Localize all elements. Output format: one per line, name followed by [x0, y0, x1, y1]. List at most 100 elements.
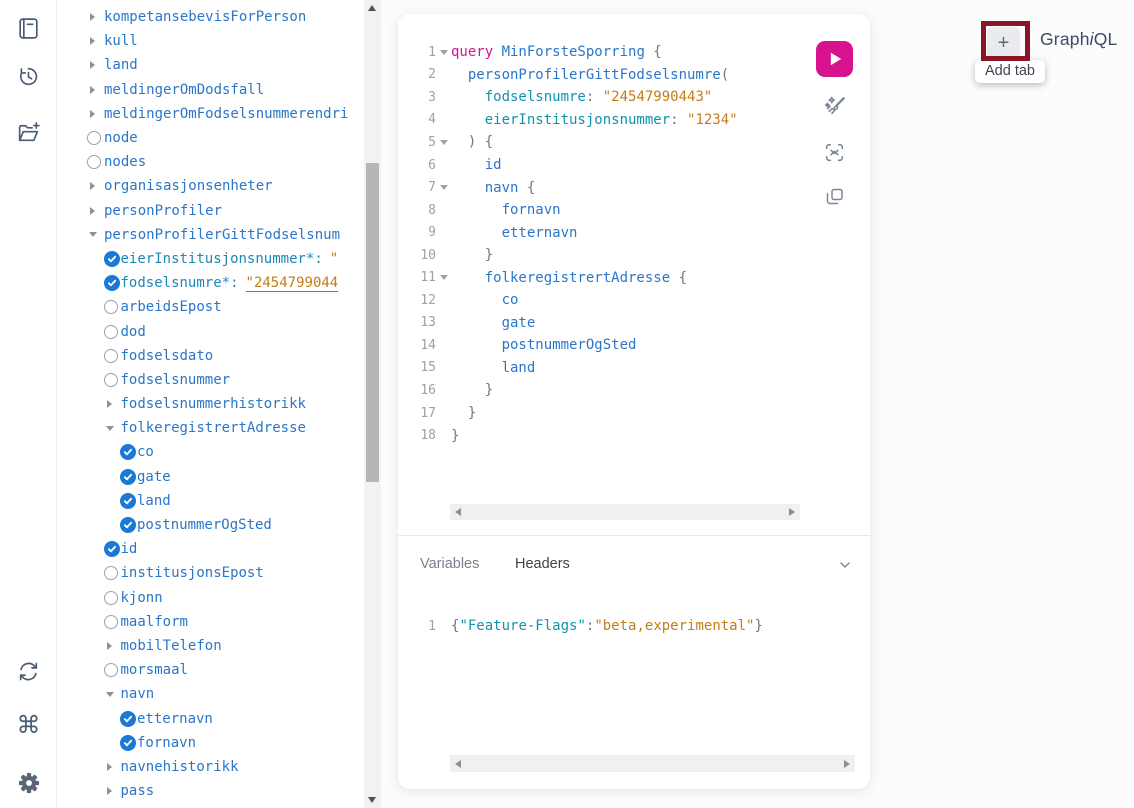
tree-item[interactable]: gate — [58, 465, 364, 489]
checked-circle-icon[interactable] — [104, 251, 120, 267]
tree-item[interactable]: meldingerOmDodsfall — [58, 78, 364, 102]
scroll-right-arrow-icon[interactable] — [844, 760, 850, 768]
collapsed-arrow-icon[interactable] — [90, 182, 95, 190]
unchecked-circle-icon[interactable] — [104, 615, 118, 629]
tree-item[interactable]: land — [58, 489, 364, 513]
tree-item[interactable]: co — [58, 440, 364, 464]
scroll-down-arrow-icon[interactable] — [368, 797, 376, 803]
collapsed-arrow-icon[interactable] — [90, 61, 95, 69]
collapsed-arrow-icon[interactable] — [90, 13, 95, 21]
unchecked-circle-icon[interactable] — [104, 591, 118, 605]
tree-item[interactable]: node — [58, 126, 364, 150]
collapsed-arrow-icon[interactable] — [107, 400, 112, 408]
tree-item[interactable]: land — [58, 53, 364, 77]
checked-circle-icon[interactable] — [120, 493, 136, 509]
checked-circle-icon[interactable] — [120, 469, 136, 485]
headers-editor-hscrollbar[interactable] — [450, 755, 855, 772]
merge-button[interactable] — [821, 138, 849, 166]
fold-arrow-icon[interactable] — [440, 275, 448, 280]
scroll-up-arrow-icon[interactable] — [368, 5, 376, 11]
prettify-button[interactable] — [821, 93, 849, 121]
collapsed-arrow-icon[interactable] — [107, 763, 112, 771]
keyboard-shortcuts-icon[interactable]: ⌘ — [14, 710, 43, 739]
unchecked-circle-icon[interactable] — [104, 566, 118, 580]
expanded-arrow-icon[interactable] — [89, 232, 97, 237]
tree-item[interactable]: pass — [58, 779, 364, 803]
tree-item[interactable]: institusjonsEpost — [58, 561, 364, 585]
code-token: navn — [451, 180, 527, 196]
tree-item[interactable]: kull — [58, 29, 364, 53]
collapsed-arrow-icon[interactable] — [90, 110, 95, 118]
unchecked-circle-icon[interactable] — [104, 349, 118, 363]
tree-item[interactable]: personProfilerGittFodselsnum — [58, 223, 364, 247]
checked-circle-icon[interactable] — [104, 275, 120, 291]
headers-editor[interactable]: 1 {"Feature-Flags":"beta,experimental"} — [410, 615, 763, 637]
unchecked-circle-icon[interactable] — [104, 300, 118, 314]
unchecked-circle-icon[interactable] — [104, 325, 118, 339]
fold-arrow-icon[interactable] — [440, 50, 448, 55]
sidebar-scrollbar-thumb[interactable] — [366, 163, 379, 482]
folder-plus-icon[interactable] — [14, 118, 43, 147]
fold-arrow-icon[interactable] — [440, 140, 448, 145]
unchecked-circle-icon[interactable] — [87, 131, 101, 145]
unchecked-circle-icon[interactable] — [104, 373, 118, 387]
tree-item[interactable]: fodselsnummerhistorikk — [58, 392, 364, 416]
checked-circle-icon[interactable] — [120, 444, 136, 460]
collapsed-arrow-icon[interactable] — [90, 207, 95, 215]
tree-item[interactable]: arbeidsEpost — [58, 295, 364, 319]
tree-item-default-value[interactable]: " — [330, 251, 338, 267]
history-icon[interactable] — [14, 62, 43, 91]
query-editor-hscrollbar[interactable] — [450, 504, 800, 520]
tree-item[interactable]: kjonn — [58, 586, 364, 610]
execute-button[interactable] — [816, 41, 853, 77]
tree-item[interactable]: fodselsnummer — [58, 368, 364, 392]
tree-item-default-value[interactable]: "2454799044 — [246, 275, 339, 292]
chevron-down-icon[interactable] — [837, 557, 853, 573]
checked-circle-icon[interactable] — [120, 517, 136, 533]
tree-item[interactable]: eierInstitusjonsnummer*:" — [58, 247, 364, 271]
tree-item[interactable]: postnummerOgSted — [58, 513, 364, 537]
collapsed-arrow-icon[interactable] — [90, 86, 95, 94]
tree-item[interactable]: morsmaal — [58, 658, 364, 682]
expanded-arrow-icon[interactable] — [106, 692, 114, 697]
copy-button[interactable] — [821, 183, 849, 211]
unchecked-circle-icon[interactable] — [104, 663, 118, 677]
tree-item-label: arbeidsEpost — [121, 299, 222, 315]
docs-icon[interactable] — [14, 14, 43, 43]
tree-item[interactable]: folkeregistrertAdresse — [58, 416, 364, 440]
refresh-icon[interactable] — [14, 657, 43, 686]
checked-circle-icon[interactable] — [120, 711, 136, 727]
tree-item[interactable]: navnehistorikk — [58, 755, 364, 779]
tree-item[interactable]: nodes — [58, 150, 364, 174]
collapsed-arrow-icon[interactable] — [107, 787, 112, 795]
tab-variables[interactable]: Variables — [420, 556, 479, 572]
tree-item[interactable]: meldingerOmFodselsnummerendri — [58, 102, 364, 126]
checked-circle-icon[interactable] — [104, 541, 120, 557]
unchecked-circle-icon[interactable] — [87, 155, 101, 169]
collapsed-arrow-icon[interactable] — [90, 37, 95, 45]
fold-arrow-icon[interactable] — [440, 185, 448, 190]
tree-item[interactable]: fodselsdato — [58, 344, 364, 368]
scroll-right-arrow-icon[interactable] — [789, 508, 795, 516]
tree-item[interactable]: navn — [58, 682, 364, 706]
tree-item[interactable]: maalform — [58, 610, 364, 634]
settings-icon[interactable] — [14, 768, 43, 797]
tab-headers[interactable]: Headers — [515, 556, 570, 572]
scroll-left-arrow-icon[interactable] — [455, 760, 461, 768]
scroll-left-arrow-icon[interactable] — [455, 508, 461, 516]
checked-circle-icon[interactable] — [120, 735, 136, 751]
tree-item[interactable]: mobilTelefon — [58, 634, 364, 658]
query-editor[interactable]: 1query MinForsteSporring {2 personProfil… — [410, 41, 738, 447]
tree-item[interactable]: kompetansebevisForPerson — [58, 5, 364, 29]
code-token: "beta,experimental" — [594, 618, 754, 634]
tree-item[interactable]: fodselsnumre*:"2454799044 — [58, 271, 364, 295]
tree-item[interactable]: id — [58, 537, 364, 561]
expanded-arrow-icon[interactable] — [106, 426, 114, 431]
tree-item[interactable]: etternavn — [58, 706, 364, 730]
collapsed-arrow-icon[interactable] — [107, 642, 112, 650]
tree-item[interactable]: dod — [58, 319, 364, 343]
sidebar-scrollbar[interactable] — [364, 0, 381, 808]
tree-item[interactable]: organisasjonsenheter — [58, 174, 364, 198]
tree-item[interactable]: personProfiler — [58, 199, 364, 223]
tree-item[interactable]: fornavn — [58, 731, 364, 755]
